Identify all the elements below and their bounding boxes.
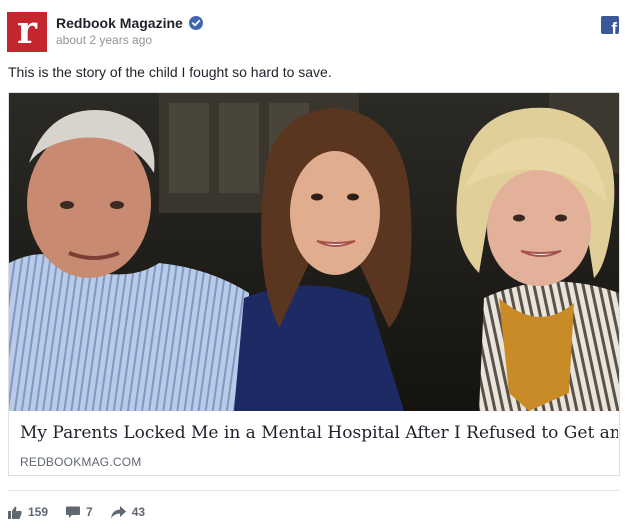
page-avatar[interactable]: r <box>7 7 47 52</box>
avatar-logo-letter: r <box>16 7 38 52</box>
verified-badge-icon <box>189 16 203 30</box>
engagement-divider <box>8 490 620 491</box>
likes-count-button[interactable]: 159 <box>8 505 48 519</box>
engagement-bar: 159 7 43 <box>8 503 163 521</box>
post-header: r Redbook Magazine about 2 years ago f <box>0 0 630 60</box>
speech-bubble-icon <box>66 506 81 518</box>
link-preview-text: My Parents Locked Me in a Mental Hospita… <box>9 411 619 475</box>
post-message: This is the story of the child I fought … <box>8 64 332 80</box>
share-arrow-icon <box>110 505 126 518</box>
link-headline[interactable]: My Parents Locked Me in a Mental Hospita… <box>20 423 618 443</box>
comments-count: 7 <box>86 505 93 519</box>
link-preview-photo[interactable] <box>9 93 619 411</box>
thumbs-up-icon <box>8 506 22 519</box>
comments-count-button[interactable]: 7 <box>66 505 93 519</box>
shares-count: 43 <box>131 505 146 519</box>
facebook-logo-icon[interactable]: f <box>601 16 619 34</box>
post-timestamp[interactable]: about 2 years ago <box>56 33 152 47</box>
page-name[interactable]: Redbook Magazine <box>56 15 183 31</box>
likes-count: 159 <box>28 505 49 519</box>
shares-count-button[interactable]: 43 <box>110 505 146 519</box>
link-preview-card[interactable]: My Parents Locked Me in a Mental Hospita… <box>8 92 620 476</box>
link-domain: REDBOOKMAG.COM <box>20 455 142 469</box>
